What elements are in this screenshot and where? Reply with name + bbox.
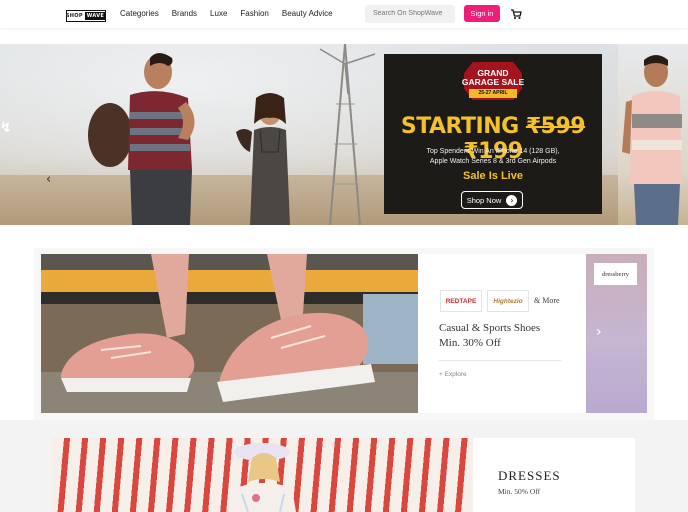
badge-date: 25-27 APRIL [469, 89, 517, 98]
logo-text-right: WAVE [84, 12, 107, 20]
card-divider [439, 360, 561, 361]
top-header: SHOP WAVE Categories Brands Luxe Fashion… [0, 0, 688, 28]
explore-link[interactable]: + Explore [439, 371, 467, 378]
promo-line1: Top Spenders Win An iPhone 14 (128 GB), [426, 148, 560, 155]
hero-prev-arrow[interactable]: ‹ [46, 172, 51, 187]
cart-icon[interactable] [510, 8, 522, 20]
logo-text-left: SHOP [65, 13, 83, 19]
shopwave-logo[interactable]: SHOP WAVE [65, 10, 107, 22]
hightezio-logo[interactable]: Hightezio [487, 290, 529, 312]
next-slide-preview[interactable] [618, 44, 688, 225]
nav-brands[interactable]: Brands [172, 9, 197, 18]
arrow-right-icon: › [506, 194, 518, 206]
dresses-offer-card[interactable]: DRESSES Min. 50% Off [473, 438, 635, 512]
sneakers-photo [41, 254, 418, 413]
nav-beauty-advice[interactable]: Beauty Advice [282, 9, 333, 18]
badge-line2: GARAGE SALE [461, 77, 525, 87]
starting-label: STARTING [400, 114, 519, 139]
sign-in-button[interactable]: Sign in [464, 5, 500, 22]
sale-live-label: Sale Is Live [463, 170, 523, 182]
old-price: ₹599 [525, 114, 586, 139]
next-slide-model [622, 55, 682, 225]
nav-categories[interactable]: Categories [120, 9, 159, 18]
sale-promo-card: GRAND GARAGE SALE 25-27 APRIL STARTING ₹… [384, 54, 602, 214]
hero-model-man [88, 53, 195, 225]
wind-turbine-image [319, 44, 376, 225]
page: SHOP WAVE Categories Brands Luxe Fashion… [0, 0, 688, 512]
main-nav: Categories Brands Luxe Fashion Beauty Ad… [120, 9, 346, 18]
starting-price: STARTING ₹599 ₹199 [384, 114, 602, 164]
grand-garage-sale-badge: GRAND GARAGE SALE 25-27 APRIL [460, 60, 526, 104]
shop-now-button[interactable]: Shop Now › [461, 191, 523, 209]
search-input[interactable] [365, 5, 455, 23]
redtape-logo[interactable]: REDTAPE [440, 290, 482, 312]
shoes-offer-image[interactable] [41, 254, 418, 413]
more-brands-label: & More [534, 296, 560, 305]
shoes-next-arrow[interactable]: › [596, 324, 602, 340]
dresses-title: DRESSES [498, 468, 561, 483]
nav-fashion[interactable]: Fashion [240, 9, 268, 18]
dresses-discount: Min. 50% Off [498, 487, 541, 496]
dress-model-photo [232, 443, 296, 512]
shoes-offer-card[interactable]: REDTAPE Hightezio & More Casual & Sports… [418, 254, 586, 413]
nav-luxe[interactable]: Luxe [210, 9, 227, 18]
hero-model-woman [236, 93, 290, 225]
hero-watermark: ↯ [0, 120, 12, 136]
dressberry-logo: dressberry [594, 263, 637, 285]
dresses-offer-image[interactable] [52, 438, 473, 512]
promo-line2: Apple Watch Series 8 & 3rd Gen Airpods [429, 158, 557, 165]
shoes-offer-title: Casual & Sports Shoes [439, 322, 541, 334]
shop-now-label: Shop Now [466, 195, 502, 205]
shoes-offer-discount: Min. 30% Off [439, 337, 501, 349]
